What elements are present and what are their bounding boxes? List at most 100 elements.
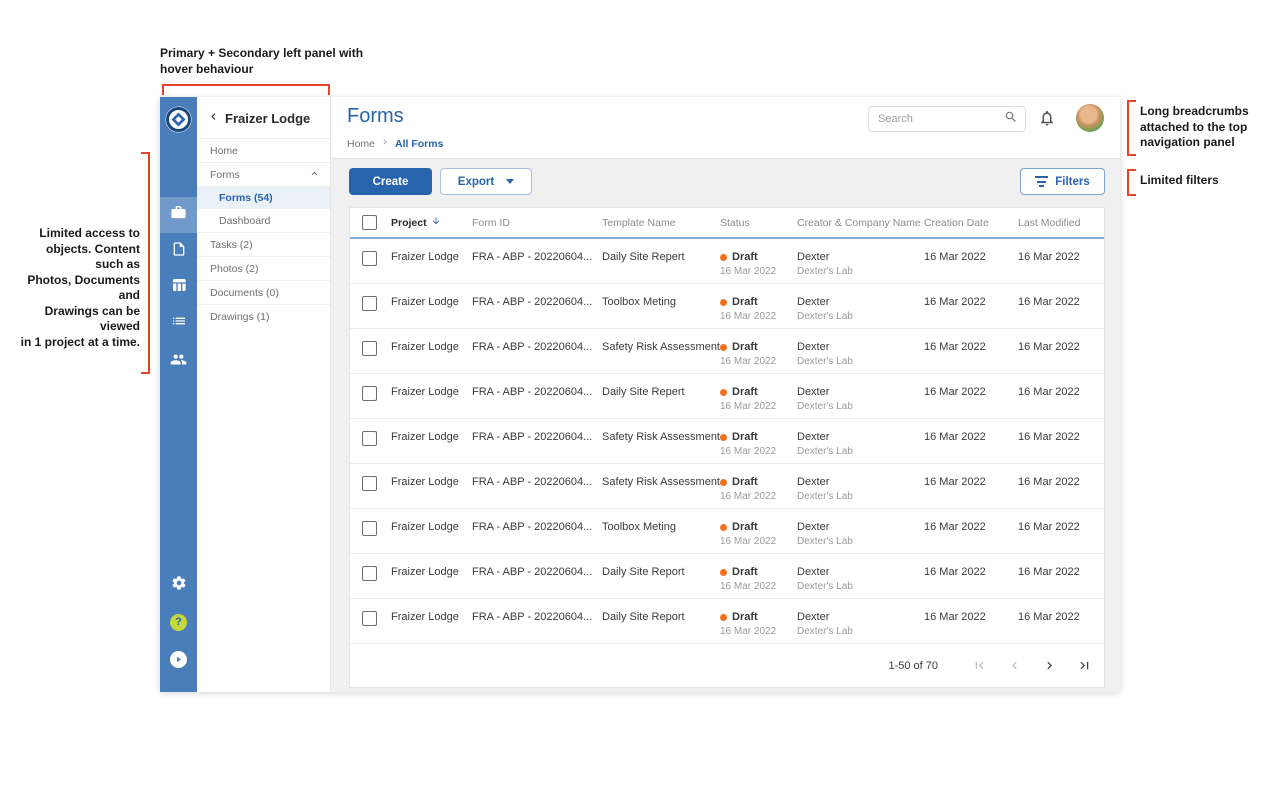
rail-item-forms[interactable] bbox=[160, 233, 197, 269]
column-header-creator[interactable]: Creator & Company Name bbox=[797, 217, 924, 229]
project-switcher[interactable]: Fraizer Lodge bbox=[197, 97, 330, 138]
table-row[interactable]: Fraizer Lodge FRA - ABP - 20220604... Da… bbox=[350, 599, 1104, 644]
export-button[interactable]: Export bbox=[440, 168, 532, 195]
sidebar-item-forms-list[interactable]: Forms (54) bbox=[197, 186, 330, 209]
rail-item-projects[interactable] bbox=[160, 197, 197, 233]
status-date: 16 Mar 2022 bbox=[720, 266, 797, 278]
creator-name: Dexter bbox=[797, 431, 924, 444]
table-row[interactable]: Fraizer Lodge FRA - ABP - 20220604... Sa… bbox=[350, 329, 1104, 374]
column-header-project[interactable]: Project bbox=[391, 216, 472, 229]
next-page-icon[interactable] bbox=[1042, 658, 1057, 673]
cell-last-modified: 16 Mar 2022 bbox=[1018, 554, 1104, 598]
creator-name: Dexter bbox=[797, 341, 924, 354]
rail-item-help[interactable]: ? bbox=[160, 604, 197, 640]
rail-item-table[interactable] bbox=[160, 269, 197, 305]
page-title: Forms bbox=[347, 105, 404, 128]
column-header-last-modified[interactable]: Last Modified bbox=[1018, 217, 1104, 229]
table-row[interactable]: Fraizer Lodge FRA - ABP - 20220604... Sa… bbox=[350, 419, 1104, 464]
company-name: Dexter's Lab bbox=[797, 446, 924, 458]
table-row[interactable]: Fraizer Lodge FRA - ABP - 20220604... To… bbox=[350, 284, 1104, 329]
annotation-left: Limited access to objects. Content such … bbox=[18, 226, 140, 350]
sidebar-item-tasks[interactable]: Tasks (2) bbox=[197, 232, 330, 256]
cell-creator: Dexter Dexter's Lab bbox=[797, 464, 924, 508]
cell-creation-date: 16 Mar 2022 bbox=[924, 554, 1018, 598]
row-checkbox[interactable] bbox=[362, 251, 377, 266]
annotation-bracket-left bbox=[141, 152, 150, 374]
row-checkbox[interactable] bbox=[362, 476, 377, 491]
app-window: ? Fraizer Lodge Home Forms Forms (54) Da… bbox=[160, 97, 1120, 692]
cell-last-modified: 16 Mar 2022 bbox=[1018, 329, 1104, 373]
bell-icon[interactable] bbox=[1038, 109, 1056, 132]
rail-item-people[interactable] bbox=[160, 344, 197, 380]
sidebar-item-photos[interactable]: Photos (2) bbox=[197, 256, 330, 280]
status-dot bbox=[720, 299, 727, 306]
cell-template-name: Daily Site Repert bbox=[602, 239, 720, 283]
filters-button[interactable]: Filters bbox=[1020, 168, 1105, 195]
search-box bbox=[868, 106, 1026, 132]
column-header-creation-date[interactable]: Creation Date bbox=[924, 217, 1018, 229]
creator-name: Dexter bbox=[797, 566, 924, 579]
search-input[interactable] bbox=[878, 113, 1004, 125]
cell-creation-date: 16 Mar 2022 bbox=[924, 329, 1018, 373]
status-dot bbox=[720, 344, 727, 351]
row-checkbox[interactable] bbox=[362, 386, 377, 401]
status-label: Draft bbox=[732, 341, 758, 354]
company-name: Dexter's Lab bbox=[797, 491, 924, 503]
creator-name: Dexter bbox=[797, 296, 924, 309]
status-label: Draft bbox=[732, 386, 758, 399]
sidebar-item-home[interactable]: Home bbox=[197, 138, 330, 162]
table-icon bbox=[171, 277, 187, 298]
search-icon[interactable] bbox=[1004, 110, 1018, 129]
status-label: Draft bbox=[732, 296, 758, 309]
secondary-nav-panel: Fraizer Lodge Home Forms Forms (54) Dash… bbox=[197, 97, 331, 692]
table-row[interactable]: Fraizer Lodge FRA - ABP - 20220604... To… bbox=[350, 509, 1104, 554]
column-header-status[interactable]: Status bbox=[720, 217, 797, 229]
breadcrumb-current[interactable]: All Forms bbox=[395, 138, 443, 150]
rail-item-list[interactable] bbox=[160, 305, 197, 341]
select-all-checkbox[interactable] bbox=[362, 215, 377, 230]
sidebar-item-drawings[interactable]: Drawings (1) bbox=[197, 304, 330, 328]
status-date: 16 Mar 2022 bbox=[720, 581, 797, 593]
table-row[interactable]: Fraizer Lodge FRA - ABP - 20220604... Da… bbox=[350, 239, 1104, 284]
breadcrumb-home[interactable]: Home bbox=[347, 138, 375, 150]
cell-form-id: FRA - ABP - 20220604... bbox=[472, 284, 602, 328]
sidebar-item-documents[interactable]: Documents (0) bbox=[197, 280, 330, 304]
column-header-form-id[interactable]: Form ID bbox=[472, 217, 602, 229]
table-row[interactable]: Fraizer Lodge FRA - ABP - 20220604... Da… bbox=[350, 374, 1104, 419]
table-row[interactable]: Fraizer Lodge FRA - ABP - 20220604... Da… bbox=[350, 554, 1104, 599]
row-checkbox[interactable] bbox=[362, 521, 377, 536]
row-checkbox[interactable] bbox=[362, 296, 377, 311]
primary-nav-rail: ? bbox=[160, 97, 197, 692]
create-button[interactable]: Create bbox=[349, 168, 432, 195]
table-row[interactable]: Fraizer Lodge FRA - ABP - 20220604... Sa… bbox=[350, 464, 1104, 509]
sidebar-item-forms[interactable]: Forms bbox=[197, 162, 330, 186]
prev-page-icon[interactable] bbox=[1007, 658, 1022, 673]
cell-creation-date: 16 Mar 2022 bbox=[924, 599, 1018, 643]
creator-name: Dexter bbox=[797, 386, 924, 399]
row-checkbox[interactable] bbox=[362, 566, 377, 581]
status-label: Draft bbox=[732, 521, 758, 534]
logo-icon[interactable] bbox=[165, 106, 192, 133]
cell-form-id: FRA - ABP - 20220604... bbox=[472, 419, 602, 463]
row-checkbox[interactable] bbox=[362, 431, 377, 446]
top-bar: Forms Home All Forms bbox=[331, 97, 1120, 159]
rail-item-settings[interactable] bbox=[160, 567, 197, 603]
company-name: Dexter's Lab bbox=[797, 536, 924, 548]
pagination-range: 1-50 of 70 bbox=[888, 660, 938, 672]
sidebar-item-dashboard[interactable]: Dashboard bbox=[197, 209, 330, 232]
rail-item-tour[interactable] bbox=[160, 641, 197, 677]
first-page-icon[interactable] bbox=[972, 658, 987, 673]
company-name: Dexter's Lab bbox=[797, 356, 924, 368]
avatar[interactable] bbox=[1076, 104, 1104, 132]
row-checkbox[interactable] bbox=[362, 341, 377, 356]
chevron-up-icon bbox=[309, 168, 320, 182]
cell-creator: Dexter Dexter's Lab bbox=[797, 554, 924, 598]
status-dot bbox=[720, 389, 727, 396]
last-page-icon[interactable] bbox=[1077, 658, 1092, 673]
cell-form-id: FRA - ABP - 20220604... bbox=[472, 464, 602, 508]
list-icon bbox=[171, 313, 187, 334]
column-header-template-name[interactable]: Template Name bbox=[602, 217, 720, 229]
cell-project: Fraizer Lodge bbox=[391, 284, 472, 328]
status-date: 16 Mar 2022 bbox=[720, 401, 797, 413]
row-checkbox[interactable] bbox=[362, 611, 377, 626]
